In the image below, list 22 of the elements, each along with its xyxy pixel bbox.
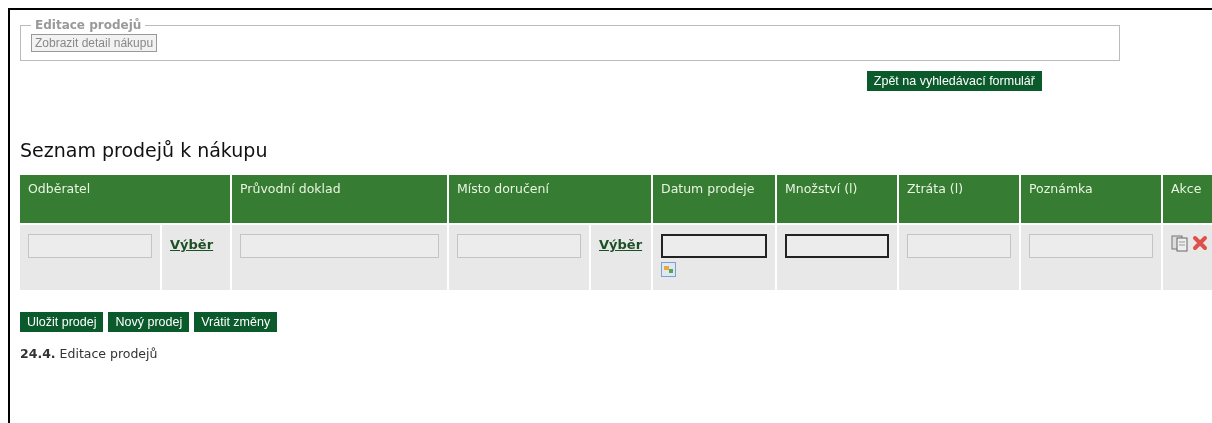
- back-button[interactable]: Zpět na vyhledávací formulář: [866, 71, 1042, 91]
- action-button[interactable]: Vrátit změny: [194, 312, 278, 332]
- column-header: Ztráta (l): [899, 175, 1019, 223]
- delete-icon[interactable]: [1192, 235, 1208, 251]
- copy-icon[interactable]: [1171, 234, 1191, 252]
- section-caption: 24.4. Editace prodejů: [20, 346, 159, 361]
- section-heading: Seznam prodejů k nákupu: [20, 139, 269, 161]
- column-header: Místo doručení: [449, 175, 651, 223]
- action-button[interactable]: Uložit prodej: [20, 312, 104, 332]
- column-header: Množství (l): [777, 175, 897, 223]
- action-button[interactable]: Nový prodej: [108, 312, 190, 332]
- column-header: Odběratel: [20, 175, 230, 223]
- text-field[interactable]: [785, 234, 889, 258]
- column-header: Datum prodeje: [653, 175, 775, 223]
- select-link[interactable]: Výběr: [170, 237, 214, 252]
- column-header: Poznámka: [1021, 175, 1161, 223]
- select-link[interactable]: Výběr: [599, 237, 643, 252]
- date-field[interactable]: [661, 234, 767, 258]
- group-legend: Editace prodejů: [31, 18, 146, 32]
- column-header: Průvodní doklad: [232, 175, 447, 223]
- calendar-icon[interactable]: [661, 262, 676, 277]
- column-header: Akce: [1163, 175, 1212, 223]
